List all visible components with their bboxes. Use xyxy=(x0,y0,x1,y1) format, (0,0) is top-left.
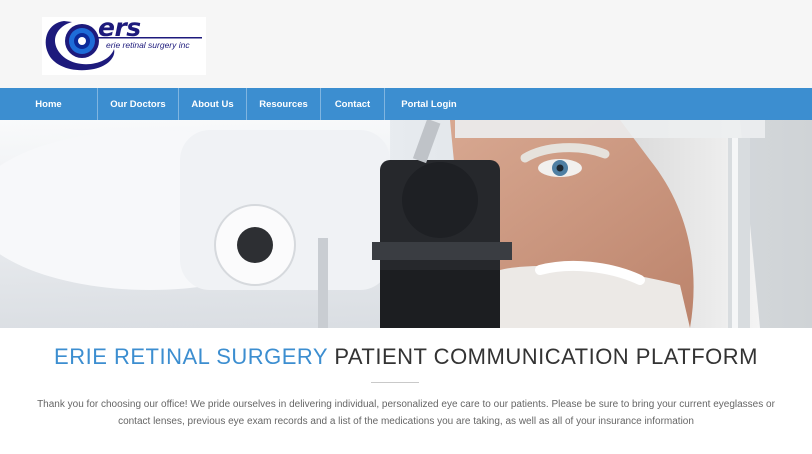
nav-contact[interactable]: Contact xyxy=(321,88,385,120)
eye-exam-illustration xyxy=(0,120,765,328)
site-header: ers erie retinal surgery inc xyxy=(0,0,812,88)
nav-our-doctors[interactable]: Our Doctors xyxy=(98,88,179,120)
page-title: ERIE RETINAL SURGERY PATIENT COMMUNICATI… xyxy=(0,344,812,370)
nav-home[interactable]: Home xyxy=(0,88,98,120)
nav-portal-login[interactable]: Portal Login xyxy=(385,88,473,120)
nav-resources[interactable]: Resources xyxy=(247,88,321,120)
site-logo[interactable]: ers erie retinal surgery inc xyxy=(42,13,206,75)
hero-banner-image xyxy=(0,120,812,328)
nav-about-us[interactable]: About Us xyxy=(179,88,247,120)
intro-paragraph: Thank you for choosing our office! We pr… xyxy=(37,399,775,427)
title-divider xyxy=(371,382,419,383)
page-title-accent: ERIE RETINAL SURGERY xyxy=(54,344,328,369)
logo-company-name: erie retinal surgery inc xyxy=(106,40,190,50)
logo-abbreviation: ers xyxy=(98,13,141,42)
main-navigation: Home Our Doctors About Us Resources Cont… xyxy=(0,88,812,120)
page-title-rest: PATIENT COMMUNICATION PLATFORM xyxy=(334,344,758,369)
